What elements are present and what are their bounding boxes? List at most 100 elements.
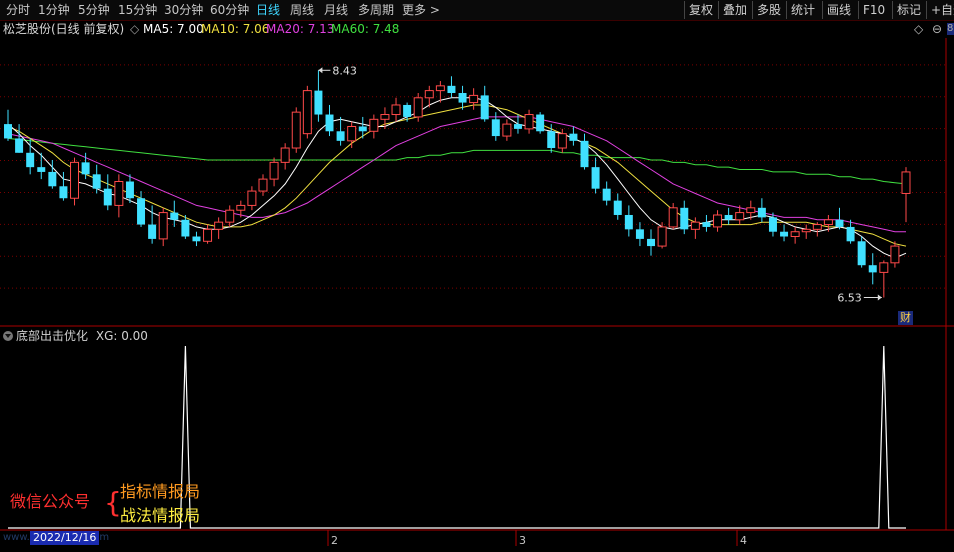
candle-down bbox=[137, 198, 146, 225]
candle-up bbox=[280, 147, 290, 163]
candle-up bbox=[557, 133, 567, 149]
candle-up bbox=[657, 226, 667, 247]
candle-up bbox=[812, 224, 822, 230]
candle-down bbox=[170, 212, 179, 220]
price-axis-label: 8 bbox=[947, 23, 954, 35]
candle-up bbox=[890, 245, 900, 264]
candle-down bbox=[513, 124, 522, 129]
watermark-left: 微信公众号 bbox=[10, 492, 91, 511]
candle-down bbox=[148, 224, 157, 239]
low-price-label: 6.53 bbox=[837, 291, 862, 304]
candle-up bbox=[203, 228, 213, 242]
candle-down bbox=[780, 231, 789, 237]
candle-down bbox=[768, 217, 777, 232]
candle-down bbox=[48, 171, 57, 187]
candle-down bbox=[536, 114, 545, 132]
date-tick-label: 4 bbox=[740, 534, 747, 547]
candle-up bbox=[435, 85, 445, 92]
candle-down bbox=[846, 226, 855, 242]
cursor-date-badge: 2022/12/16 bbox=[30, 531, 100, 545]
candle-down bbox=[580, 140, 589, 168]
candle-down bbox=[702, 222, 711, 227]
candle-down bbox=[480, 95, 489, 120]
candle-down bbox=[647, 238, 656, 247]
candle-up bbox=[801, 228, 811, 233]
candle-up bbox=[347, 125, 357, 142]
collapse-toggle-icon[interactable] bbox=[3, 331, 13, 341]
watermark-line2: 战法情报局 bbox=[120, 506, 201, 525]
candle-down bbox=[613, 200, 622, 215]
candle-up bbox=[114, 181, 124, 206]
indicator-header: 底部出击优化 XG: 0.00 bbox=[3, 328, 148, 344]
candle-down bbox=[403, 104, 412, 117]
candle-down bbox=[26, 152, 35, 168]
candle-down bbox=[757, 207, 766, 218]
candle-up bbox=[291, 111, 301, 149]
candle-down bbox=[325, 114, 334, 132]
low-arrow-head bbox=[877, 294, 882, 301]
candle-up bbox=[158, 212, 168, 240]
candle-up bbox=[713, 214, 723, 228]
candle-up bbox=[746, 207, 756, 214]
candle-down bbox=[868, 265, 877, 273]
candle-up bbox=[413, 97, 423, 118]
candle-up bbox=[214, 221, 224, 230]
ma5-line bbox=[7, 97, 907, 259]
candle-down bbox=[103, 188, 112, 206]
candle-down bbox=[4, 124, 12, 139]
candle-down bbox=[81, 162, 90, 175]
candle-up bbox=[901, 171, 911, 194]
candle-up bbox=[823, 219, 833, 226]
candle-down bbox=[92, 174, 101, 189]
candle-down bbox=[857, 241, 866, 266]
candle-up bbox=[247, 190, 257, 206]
candle-down bbox=[192, 236, 201, 242]
candle-up bbox=[735, 212, 745, 221]
candle-down bbox=[15, 138, 24, 153]
candle-down bbox=[624, 214, 633, 230]
candle-down bbox=[125, 181, 134, 199]
candle-up bbox=[380, 114, 390, 120]
candle-up bbox=[70, 161, 80, 199]
candle-down bbox=[59, 186, 68, 199]
watermark-line1: 指标情报局 bbox=[120, 482, 201, 501]
candle-down bbox=[835, 219, 844, 227]
candle-up bbox=[424, 90, 434, 99]
financial-badge[interactable]: 财 bbox=[898, 311, 913, 325]
indicator-title[interactable]: 底部出击优化 bbox=[16, 329, 88, 343]
candle-up bbox=[391, 104, 401, 116]
candle-down bbox=[491, 119, 500, 137]
ma60-line bbox=[7, 137, 907, 185]
candle-up bbox=[502, 123, 512, 137]
candle-up bbox=[302, 90, 312, 135]
price-chart[interactable]: 8.43 6.53 2 3 4 bbox=[0, 0, 954, 552]
candle-down bbox=[591, 167, 600, 189]
candle-up bbox=[258, 178, 268, 192]
candle-up bbox=[879, 262, 889, 273]
candle-up bbox=[524, 114, 534, 130]
candle-down bbox=[358, 126, 367, 132]
candle-down bbox=[314, 90, 323, 115]
candle-up bbox=[225, 209, 235, 223]
candle-up bbox=[690, 221, 700, 230]
candle-down bbox=[37, 167, 46, 172]
candle-down bbox=[602, 188, 611, 201]
candle-up bbox=[790, 231, 800, 238]
candle-down bbox=[547, 131, 556, 149]
date-tick-label: 2 bbox=[331, 534, 338, 547]
candle-up bbox=[369, 118, 379, 132]
high-arrow-head bbox=[318, 67, 323, 74]
candle-up bbox=[269, 161, 279, 180]
candle-down bbox=[458, 93, 467, 103]
indicator-xg-value: XG: 0.00 bbox=[95, 329, 148, 343]
candle-down bbox=[336, 131, 345, 141]
candle-down bbox=[635, 229, 644, 239]
candle-up bbox=[236, 204, 246, 211]
date-tick-label: 3 bbox=[519, 534, 526, 547]
candle-down bbox=[569, 133, 578, 141]
candle-down bbox=[724, 214, 733, 220]
candle-down bbox=[680, 207, 689, 230]
candle-down bbox=[181, 219, 190, 237]
candle-up bbox=[668, 207, 678, 228]
candle-down bbox=[447, 85, 456, 94]
